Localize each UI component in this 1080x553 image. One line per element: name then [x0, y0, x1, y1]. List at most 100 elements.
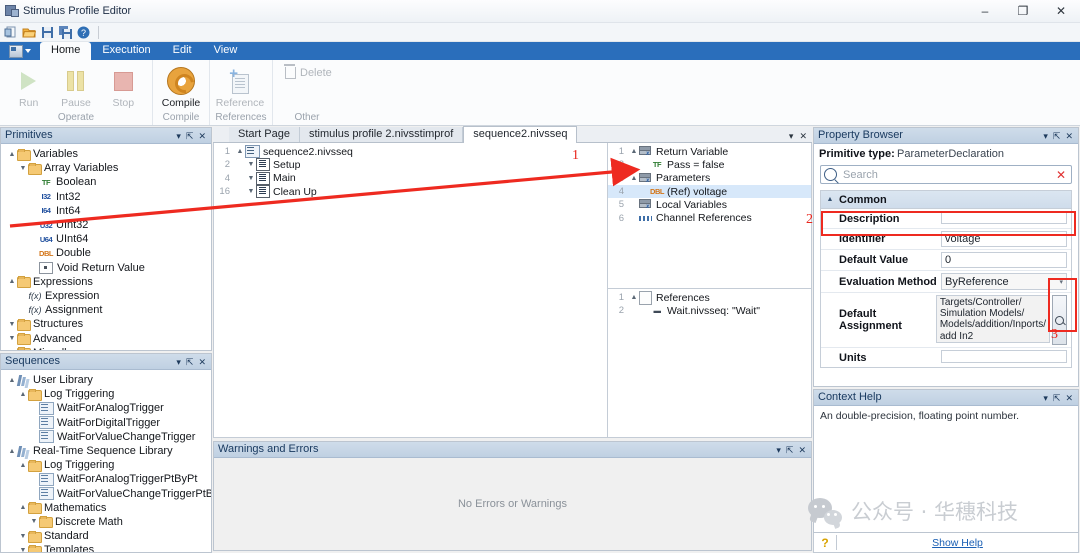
variables-tree[interactable]: 1 ▲ x Return Variable 2 TF Pass = false 3 ▲ x Para…: [608, 143, 811, 225]
list-item[interactable]: ▼ Standard: [3, 529, 211, 543]
list-item[interactable]: DBL Double: [3, 246, 211, 260]
ribbon-tab-execution[interactable]: Execution: [91, 42, 161, 60]
expander-icon[interactable]: ▼: [18, 533, 28, 540]
ribbon-tab-home[interactable]: Home: [40, 42, 92, 60]
add-reference-button[interactable]: + Reference: [216, 64, 264, 109]
variables-pane[interactable]: 1 ▲ x Return Variable 2 TF Pass = false 3 ▲ x Para…: [608, 143, 811, 289]
expander-icon[interactable]: ▲: [7, 278, 17, 285]
list-item[interactable]: U64 UInt64: [3, 232, 211, 246]
save-all-icon[interactable]: [58, 25, 73, 40]
expander-icon[interactable]: ▲: [7, 377, 17, 384]
tree-row[interactable]: 16 ▼ Clean Up: [214, 185, 607, 199]
expander-icon[interactable]: ▲: [629, 148, 639, 155]
file-menu-button[interactable]: [0, 42, 40, 60]
units-field[interactable]: [941, 350, 1067, 363]
property-search-bar[interactable]: ✕: [820, 165, 1072, 184]
ribbon-tab-edit[interactable]: Edit: [162, 42, 203, 60]
dropdown-icon[interactable]: ▾: [1043, 131, 1048, 141]
close-icon[interactable]: ✕: [1065, 131, 1073, 141]
ribbon-tab-view[interactable]: View: [203, 42, 249, 60]
pin-icon[interactable]: ⇱: [786, 445, 794, 455]
pause-button[interactable]: Pause: [53, 64, 98, 109]
tree-row[interactable]: 2 ▬ Wait.nivsseq: "Wait": [608, 304, 811, 317]
delete-button[interactable]: Delete: [279, 64, 338, 82]
sequence-structure-tree[interactable]: 1 ▲ sequence2.nivsseq 2 ▼ Setup 4 ▼ Main 16 ▼ Clean…: [214, 143, 607, 199]
list-item[interactable]: I64 Int64: [3, 204, 211, 218]
expander-icon[interactable]: ▲: [235, 148, 245, 155]
tab-list-dropdown-icon[interactable]: ▾: [789, 131, 794, 141]
run-button[interactable]: Run: [6, 64, 51, 109]
tree-row[interactable]: 6 Channel References: [608, 211, 811, 224]
list-item[interactable]: WaitForValueChangeTrigger: [3, 430, 211, 444]
list-item[interactable]: WaitForDigitalTrigger: [3, 416, 211, 430]
list-item[interactable]: ▼ Discrete Math: [3, 515, 211, 529]
pin-icon[interactable]: ⇱: [186, 357, 194, 367]
tree-row[interactable]: 4 ▼ Main: [214, 171, 607, 185]
close-icon[interactable]: ✕: [198, 357, 206, 367]
expander-icon[interactable]: ▼: [29, 518, 39, 525]
tree-row[interactable]: 1 ▲ References: [608, 290, 811, 305]
primitives-tree[interactable]: ▲ Variables ▼ Array Variables TF Boolean I32 In…: [1, 144, 211, 350]
expander-icon[interactable]: ▲: [18, 462, 28, 469]
search-input[interactable]: [841, 167, 1054, 182]
dropdown-icon[interactable]: ▾: [776, 445, 781, 455]
maximize-button[interactable]: ❐: [1004, 0, 1042, 22]
default-assignment-field[interactable]: Targets/Controller/ Simulation Models/ M…: [935, 295, 1050, 343]
tree-row[interactable]: 1 ▲ sequence2.nivsseq: [214, 145, 607, 159]
dropdown-icon[interactable]: ▾: [176, 357, 181, 367]
expander-icon[interactable]: ▲: [18, 391, 28, 398]
expander-icon[interactable]: ▼: [7, 349, 17, 350]
list-item[interactable]: ▲ Log Triggering: [3, 458, 211, 472]
expander-icon[interactable]: ▲: [629, 294, 639, 301]
tree-row[interactable]: 2 ▼ Setup: [214, 158, 607, 172]
default-value-field[interactable]: 0: [941, 252, 1067, 268]
tab-start-page[interactable]: Start Page: [229, 127, 300, 142]
pin-icon[interactable]: ⇱: [1053, 393, 1061, 403]
list-item[interactable]: Void Return Value: [3, 261, 211, 275]
expander-icon[interactable]: ▼: [7, 321, 17, 328]
tab-sequence2[interactable]: sequence2.nivsseq: [463, 126, 578, 143]
list-item[interactable]: ▲ Variables: [3, 147, 211, 161]
expander-icon[interactable]: ▼: [246, 161, 256, 168]
tree-row[interactable]: 3 ▲ x Parameters: [608, 172, 811, 185]
expander-icon[interactable]: ▼: [18, 547, 28, 552]
list-item[interactable]: WaitForValueChangeTriggerPtByPt: [3, 487, 211, 501]
list-item[interactable]: ▼ Miscellaneous: [3, 346, 211, 350]
close-icon[interactable]: ✕: [1065, 393, 1073, 403]
expander-icon[interactable]: ▲: [7, 448, 17, 455]
list-item[interactable]: ▲ Mathematics: [3, 501, 211, 515]
list-item[interactable]: f(x) Assignment: [3, 303, 211, 317]
open-icon[interactable]: [22, 25, 37, 40]
tab-stimulus-profile[interactable]: stimulus profile 2.nivsstimprof: [299, 127, 464, 142]
sequences-tree[interactable]: ▲ User Library ▲ Log Triggering WaitForAnalo…: [1, 370, 211, 552]
list-item[interactable]: f(x) Expression: [3, 289, 211, 303]
property-group-common[interactable]: ▲ Common: [821, 190, 1071, 209]
list-item[interactable]: ▼ Array Variables: [3, 161, 211, 175]
question-mark-icon[interactable]: ?: [814, 536, 836, 550]
list-item[interactable]: ▼ Structures: [3, 317, 211, 331]
expander-icon[interactable]: ▲: [7, 151, 17, 158]
expander-icon[interactable]: ▲: [629, 175, 639, 182]
expander-icon[interactable]: ▼: [246, 175, 256, 182]
tree-row[interactable]: 5 x Local Variables: [608, 198, 811, 211]
close-icon[interactable]: ✕: [798, 445, 806, 455]
list-item[interactable]: TF Boolean: [3, 175, 211, 189]
pin-icon[interactable]: ⇱: [1053, 131, 1061, 141]
evaluation-method-select[interactable]: ByReference ▾: [941, 273, 1067, 290]
identifier-field[interactable]: voltage: [941, 231, 1067, 247]
sequence-tree-pane[interactable]: 1 ▲ sequence2.nivsseq 2 ▼ Setup 4 ▼ Main 16 ▼ Clean…: [214, 143, 607, 437]
list-item[interactable]: ▲ Log Triggering: [3, 387, 211, 401]
references-pane[interactable]: 1 ▲ References 2 ▬ Wait.nivsseq: "Wait": [608, 289, 811, 437]
list-item[interactable]: ▲ User Library: [3, 373, 211, 387]
dropdown-icon[interactable]: ▾: [176, 131, 181, 141]
dropdown-icon[interactable]: ▾: [1043, 393, 1048, 403]
list-item[interactable]: I32 Int32: [3, 190, 211, 204]
compile-button[interactable]: Compile: [159, 64, 203, 109]
new-icon[interactable]: [4, 25, 19, 40]
close-icon[interactable]: ✕: [198, 131, 206, 141]
list-item[interactable]: ▼ Advanced: [3, 331, 211, 346]
tab-close-icon[interactable]: ✕: [799, 131, 807, 141]
description-field[interactable]: [941, 211, 1067, 224]
list-item[interactable]: ▼ Templates: [3, 543, 211, 552]
tree-row[interactable]: 1 ▲ x Return Variable: [608, 145, 811, 158]
